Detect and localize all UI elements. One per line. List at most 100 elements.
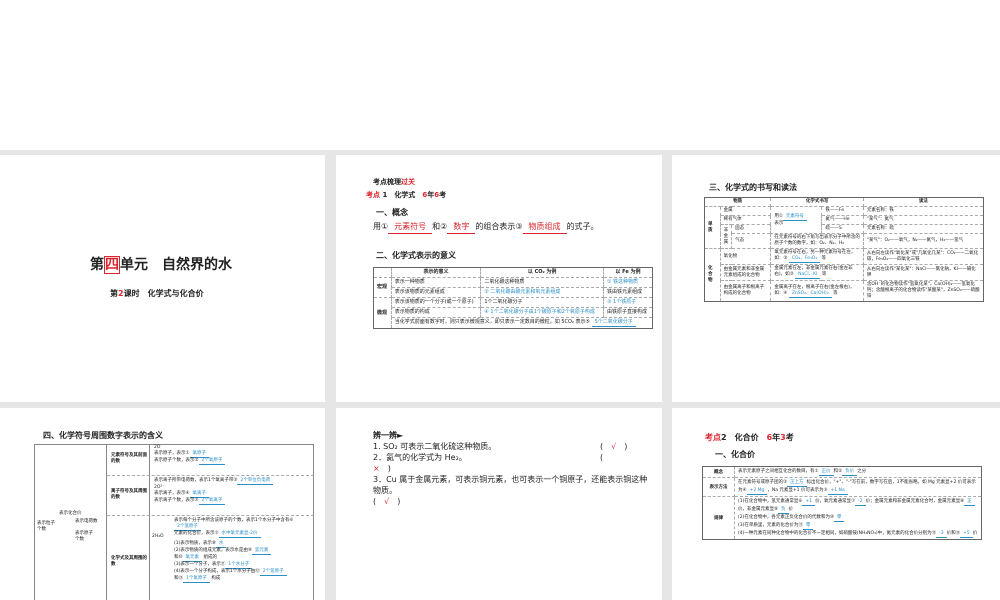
text: 表示每个分子中所含该原子的个数，表示1个水分子中含有⑥ xyxy=(174,518,294,523)
kp-title: 化合价 xyxy=(734,433,759,442)
slide-sorter-grid: 第四单元 自然界的水 第2课时 化学式与化合价 考点梳理过关 考点 1 化学式 … xyxy=(0,150,1000,600)
kp-label: 考点 xyxy=(705,433,721,442)
text: 表示离子个数，表示⑤ xyxy=(154,498,199,503)
answer-blank: ZnSO₄、Ca(OH)₂ xyxy=(788,291,832,298)
valence-table: 概念 表示元素原子之间相互化合的数目，有① 正价 和② 负价 之分 表示方法 在元素符号或原… xyxy=(702,466,982,540)
text: 和⑬ xyxy=(174,576,183,581)
cell: 在元素符号的右下角写出表示分子中所含的原子个数的数字，如：O₂、N₂、H₂ xyxy=(770,233,864,249)
answer-blank: 正价 xyxy=(818,468,834,476)
answer-mark: √ xyxy=(384,497,390,506)
text: 和② xyxy=(432,222,448,231)
slide-4-thumbnail[interactable]: 四、化学符号周围数字表示的含义 表示化合价 表示电荷数 表示粒子个数 表示原子个… xyxy=(0,408,325,600)
section-title: 二、化学式表示的意义 xyxy=(376,251,456,260)
slide-1-subtitle: 第2课时 化学式与化合价 xyxy=(110,288,204,299)
label: 表示粒子个数 xyxy=(37,521,55,532)
heading-text: 考点梳理 xyxy=(373,178,401,186)
slide-1-title: 第四单元 自然界的水 xyxy=(90,254,232,274)
kp-title: 化学式 xyxy=(394,191,416,199)
answer-blank: +2 Mg xyxy=(746,487,768,495)
cell: 表示该物质的元素组成 xyxy=(390,287,482,298)
text: 之分 xyxy=(857,469,867,474)
title-text: 单元 自然界的水 xyxy=(120,257,232,273)
answer-blank: -3 xyxy=(936,530,947,538)
text: 元素的化合价，表示⑦ xyxy=(174,531,219,536)
answer-blank: 负价 xyxy=(842,468,858,476)
text: 表示离子，表示④ xyxy=(154,491,190,496)
slide-1-thumbnail[interactable]: 第四单元 自然界的水 第2课时 化学式与化合价 xyxy=(0,155,325,402)
label: 表示化合价 xyxy=(59,511,82,516)
slide-6-thumbnail[interactable]: 考点2 化合价 6年3考 一、化合价 概念 表示元素原子之间相互化合的数目，有① 正… xyxy=(672,408,1000,600)
cell: 由金属离子和根离子构成的化合物 xyxy=(719,280,772,302)
row-label: 元素符号及其前面的数 xyxy=(111,453,147,464)
cell: 稀有气体 xyxy=(719,215,772,225)
header: 表示的意义 xyxy=(390,267,482,278)
cell: 硫——S xyxy=(821,224,864,234)
answer-blank: CO₂、Fe₃O₄ xyxy=(788,256,821,263)
header: 化学式书写 xyxy=(770,197,864,207)
cell: "某气"：氦气 xyxy=(862,215,985,225)
cell: 1个二氧化碳分子 xyxy=(480,297,604,308)
answer-blank: 数字 xyxy=(447,221,476,234)
text: 表示原子，表示① xyxy=(154,451,190,456)
text: 等 xyxy=(833,290,838,296)
slide-3-thumbnail[interactable]: 三、化学式的书写和读法 物质 化学式书写 读法 单质 金属 用① 元素符号 表示 铁——Fe 元… xyxy=(672,155,1000,402)
cell: 金属 xyxy=(719,206,772,216)
slide-2-thumbnail[interactable]: 考点梳理过关 考点 1 化学式 6年6考 一、概念 用① 元素符号 和② 数字 的组合表… xyxy=(336,155,662,402)
kp-label: 考点 xyxy=(366,191,380,199)
header: 以 CO₂ 为例 xyxy=(480,267,604,278)
answer-blank: 2个氢原子 xyxy=(174,524,201,531)
section-title: 四、化学符号周围数字表示的含义 xyxy=(43,431,163,440)
answer-blank: NaCl、KI xyxy=(795,272,821,279)
section-title: 一、概念 xyxy=(376,208,408,217)
answer-mark: × xyxy=(373,464,380,473)
label: 表示电荷数 xyxy=(75,519,98,524)
answer-blank: 物质组成 xyxy=(522,221,567,234)
answer-blank: 2个氧离子 xyxy=(198,498,226,505)
cell: 氦气——He xyxy=(821,215,864,225)
text: 构成 xyxy=(211,576,221,581)
text: 和⑩ xyxy=(174,555,183,560)
question: 3．Cu 属于金属元素，可表示铜元素，也可表示一个铜原子，还能表示铜这种物质。 xyxy=(373,475,648,495)
question: 2．氦气的化学式为 He₂。 xyxy=(373,453,467,462)
text: 价；金属元素和非金属元素化合时，金属元素显⑧ xyxy=(865,499,965,504)
kp-num: 2 xyxy=(721,433,727,442)
cell: 从右向左读作"氧化某"或"几氧化几某"：CO₂——二氧化碳，Fe₃O₄——四氧化… xyxy=(862,248,985,265)
cell: 从右向左读作"某化某"：NaCl——氯化钠，KI——碘化钾 xyxy=(862,264,985,281)
kaodian-heading: 考点2 化合价 6年3考 xyxy=(705,432,794,443)
answer-blank: 元素符号 xyxy=(782,214,807,221)
quiz-title: 辨一辨► xyxy=(373,431,404,440)
true-false-quiz: 辨一辨► 1. SO₂ 可表示二氧化硫这种物质。( √ ) 2．氦气的化学式为 … xyxy=(373,430,653,507)
row-label: 规律 xyxy=(702,496,735,540)
cell: 氧化物 xyxy=(719,248,772,265)
cell: 含OH⁻的化合物读作"氢氧化某"，Ca(OH)₂——氢氧化钙；含酸根离子的化合物… xyxy=(862,280,985,302)
slide-5-thumbnail[interactable]: 辨一辨► 1. SO₂ 可表示二氧化硫这种物质。( √ ) 2．氦气的化学式为 … xyxy=(336,408,662,600)
text: (3)在单质里，元素的化合价为⑪ xyxy=(738,523,803,528)
cell: 铁由铁元素组成 xyxy=(602,287,654,298)
header: 读法 xyxy=(862,197,985,207)
text: 等 xyxy=(821,272,827,277)
cell: 气态 xyxy=(731,233,772,249)
answer-blank: 氧离子 xyxy=(189,491,210,498)
row-group: 微观 xyxy=(373,297,392,329)
text: (4)表示一个分子构成，表示1个水分子由⑫ xyxy=(174,569,260,574)
text: (2)表示物质的组成元素，表示水是由⑨ xyxy=(174,548,252,553)
text: 价，氧元素通常显⑦ xyxy=(815,499,856,504)
answer-blank: 2个单位负电荷 xyxy=(237,478,274,485)
text: 表示元素原子之间相互化合的数目，有① xyxy=(738,469,819,474)
cell: 由金属元素和非金属元素组成的化合物 xyxy=(719,264,772,281)
answer-blank: 水 xyxy=(215,541,227,548)
question: 1. SO₂ 可表示二氧化硫这种物质。 xyxy=(373,442,497,451)
answer-blank: +1 xyxy=(802,498,816,506)
text: (2)在化合物中，各元素正负化合价的代数和为⑩ xyxy=(738,515,834,520)
subtitle-text: 第 xyxy=(110,289,118,298)
symbol-number-diagram: 表示化合价 表示电荷数 表示粒子个数 表示原子个数 元素符号及其前面的数 2O … xyxy=(34,444,314,600)
answer-blank: 零 xyxy=(802,522,814,530)
cell: 元素名称：铁 xyxy=(862,206,985,216)
cell: 二氧化碳这种物质 xyxy=(480,277,604,288)
text: 用① xyxy=(373,222,389,231)
cell: 由铁原子直接构成 xyxy=(602,307,654,318)
answer-blank: 负 xyxy=(778,506,789,514)
answer-blank: +5 xyxy=(960,530,973,538)
text: 价 xyxy=(972,531,978,536)
label: 表示原子个数 xyxy=(75,531,93,542)
